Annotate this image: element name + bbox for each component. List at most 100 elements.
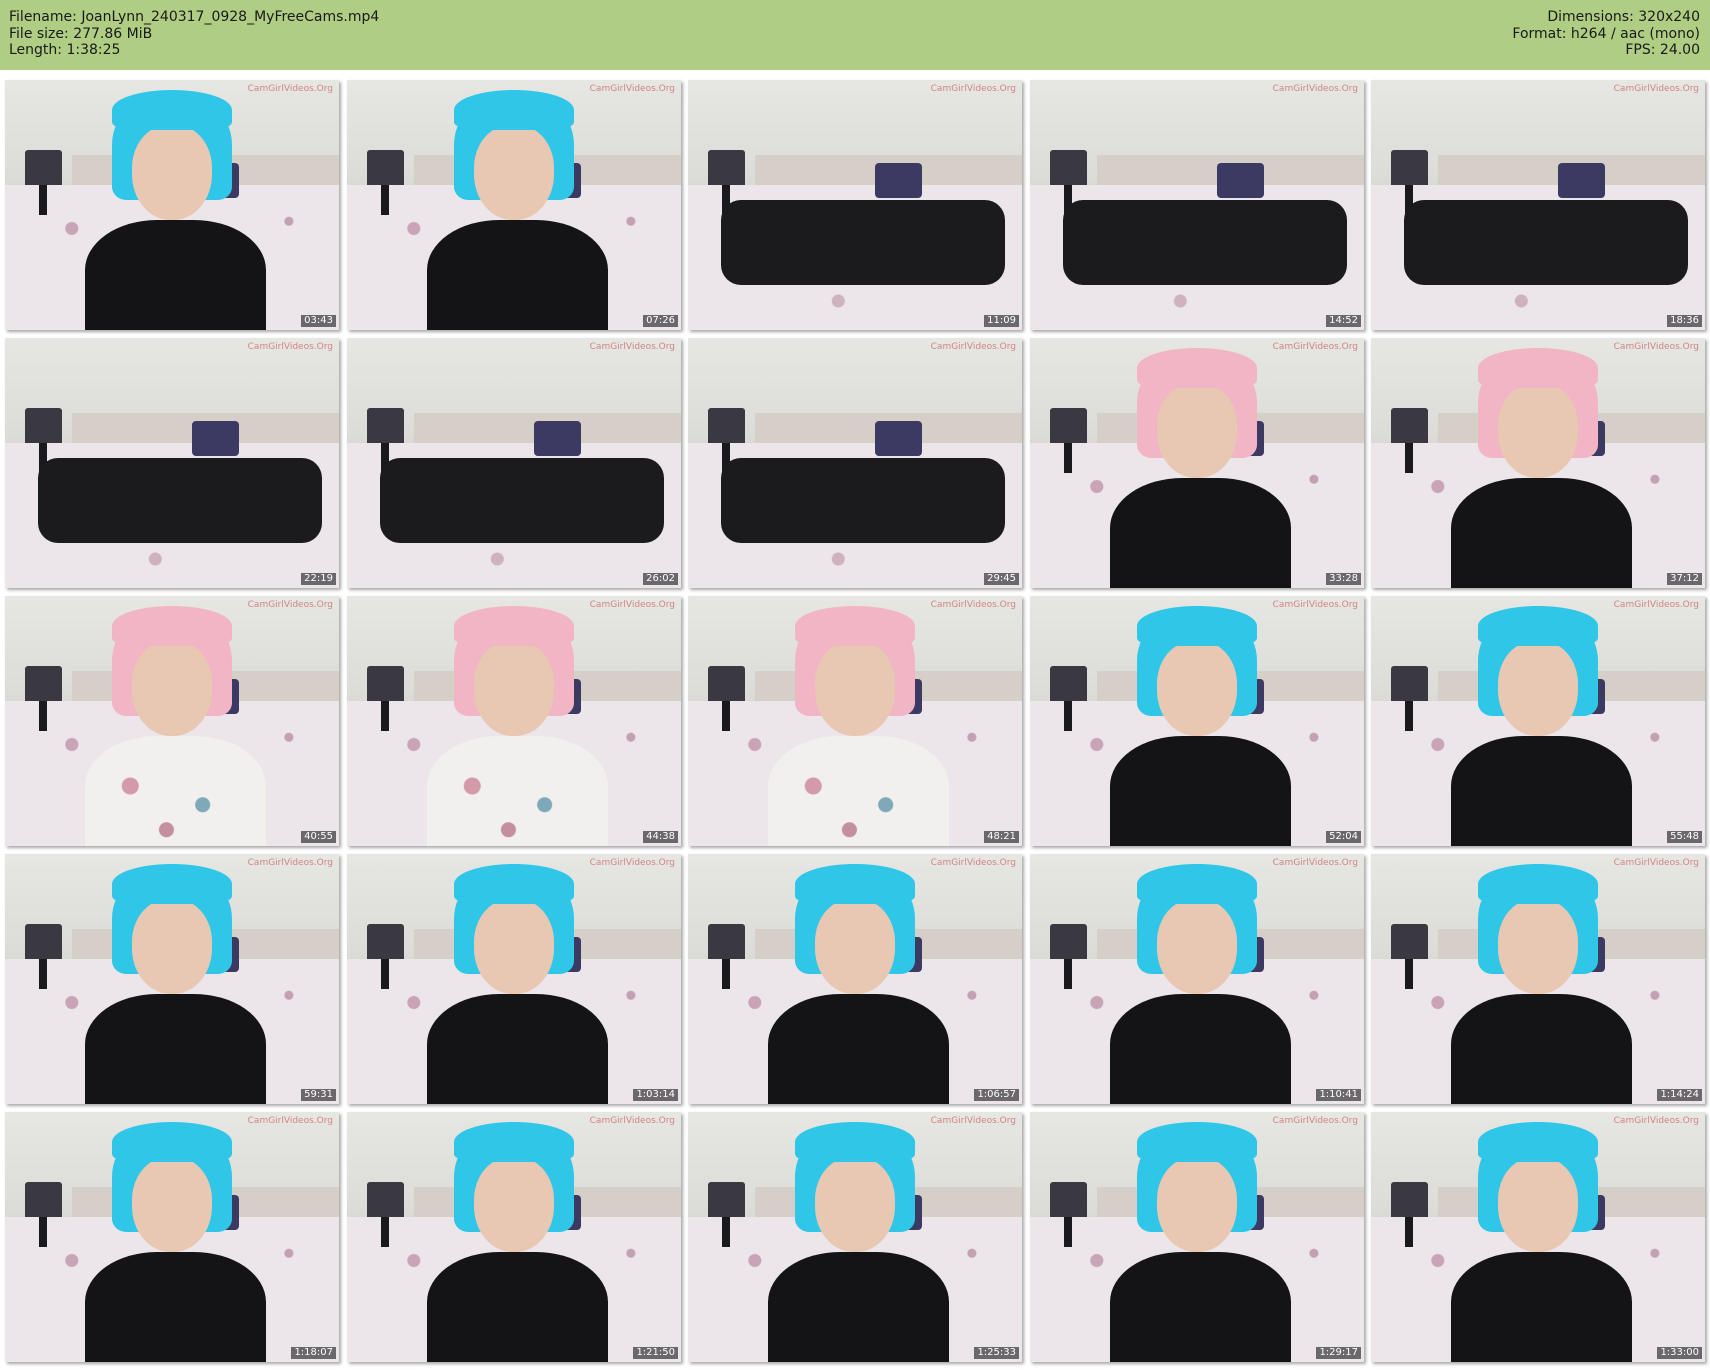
- scene-lamp: [367, 666, 404, 701]
- fps-value: 24.00: [1659, 42, 1700, 58]
- video-thumbnail: CamGirlVideos.Org 1:03:14: [347, 854, 681, 1104]
- video-thumbnail: CamGirlVideos.Org 37:12: [1371, 338, 1705, 588]
- scene-lamp: [1050, 150, 1087, 185]
- video-thumbnail: CamGirlVideos.Org 59:31: [5, 854, 339, 1104]
- scene-face: [814, 899, 896, 994]
- video-thumbnail: CamGirlVideos.Org 1:33:00: [1371, 1112, 1705, 1362]
- video-thumbnail: CamGirlVideos.Org 22:19: [5, 338, 339, 588]
- timestamp-label: 1:06:57: [974, 1089, 1019, 1101]
- scene-lamp-base: [381, 701, 390, 731]
- scene-hair-fringe: [1136, 864, 1258, 904]
- scene-face: [1156, 383, 1238, 478]
- timestamp-label: 14:52: [1326, 315, 1361, 327]
- scene-hair-fringe: [1477, 1122, 1599, 1162]
- scene-lamp: [708, 666, 745, 701]
- scene-lamp: [25, 408, 62, 443]
- watermark: CamGirlVideos.Org: [589, 858, 675, 868]
- scene-face: [131, 1157, 213, 1252]
- scene-lamp: [25, 924, 62, 959]
- scene-person: [1110, 994, 1291, 1104]
- scene-lamp-base: [39, 1217, 48, 1247]
- scene-pillow: [192, 420, 239, 456]
- scene-face: [1156, 641, 1238, 736]
- scene-person: [85, 1252, 266, 1362]
- scene-hair-fringe: [111, 606, 233, 646]
- watermark: CamGirlVideos.Org: [589, 84, 675, 94]
- scene-person: [427, 220, 608, 330]
- scene-lamp: [1050, 1182, 1087, 1217]
- scene-pillow: [1217, 162, 1264, 198]
- dimensions-label: Dimensions:: [1547, 9, 1634, 25]
- scene-person: [427, 1252, 608, 1362]
- scene-hair-fringe: [794, 606, 916, 646]
- scene-lamp: [1391, 924, 1428, 959]
- scene-person: [1451, 994, 1632, 1104]
- scene-lamp: [367, 924, 404, 959]
- scene-lamp: [367, 1182, 404, 1217]
- dimensions-value: 320x240: [1638, 9, 1700, 25]
- scene-lamp-base: [722, 701, 731, 731]
- scene-hair-fringe: [111, 864, 233, 904]
- watermark: CamGirlVideos.Org: [247, 84, 333, 94]
- watermark: CamGirlVideos.Org: [930, 600, 1016, 610]
- scene-lamp: [1391, 1182, 1428, 1217]
- scene-lamp: [367, 150, 404, 185]
- video-thumbnail: CamGirlVideos.Org 40:55: [5, 596, 339, 846]
- timestamp-label: 1:21:50: [633, 1347, 678, 1359]
- timestamp-label: 03:43: [301, 315, 336, 327]
- watermark: CamGirlVideos.Org: [247, 342, 333, 352]
- timestamp-label: 26:02: [643, 573, 678, 585]
- scene-lamp: [1391, 150, 1428, 185]
- scene-hair-fringe: [111, 90, 233, 130]
- watermark: CamGirlVideos.Org: [589, 600, 675, 610]
- video-thumbnail: CamGirlVideos.Org 55:48: [1371, 596, 1705, 846]
- scene-face: [473, 899, 555, 994]
- watermark: CamGirlVideos.Org: [1272, 342, 1358, 352]
- video-thumbnail: CamGirlVideos.Org 1:14:24: [1371, 854, 1705, 1104]
- scene-lamp: [367, 408, 404, 443]
- format-label: Format:: [1512, 25, 1567, 42]
- timestamp-label: 18:36: [1667, 315, 1702, 327]
- video-thumbnail: CamGirlVideos.Org 1:29:17: [1030, 1112, 1364, 1362]
- scene-lamp-base: [1064, 701, 1073, 731]
- scene-person: [721, 458, 1006, 543]
- timestamp-label: 22:19: [301, 573, 336, 585]
- watermark: CamGirlVideos.Org: [930, 84, 1016, 94]
- timestamp-label: 48:21: [984, 831, 1019, 843]
- scene-person: [768, 1252, 949, 1362]
- scene-hair-fringe: [1477, 348, 1599, 388]
- scene-hair-fringe: [1477, 864, 1599, 904]
- dimensions-row: Dimensions: 320x240: [1512, 9, 1700, 26]
- watermark: CamGirlVideos.Org: [1613, 600, 1699, 610]
- timestamp-label: 1:14:24: [1657, 1089, 1702, 1101]
- scene-lamp: [25, 1182, 62, 1217]
- scene-lamp: [1050, 666, 1087, 701]
- scene-person: [85, 220, 266, 330]
- scene-person: [1063, 200, 1348, 285]
- scene-lamp-base: [1405, 701, 1414, 731]
- scene-person: [427, 736, 608, 846]
- fps-row: FPS: 24.00: [1512, 42, 1700, 59]
- watermark: CamGirlVideos.Org: [930, 342, 1016, 352]
- scene-face: [814, 1157, 896, 1252]
- video-thumbnail: CamGirlVideos.Org 1:06:57: [688, 854, 1022, 1104]
- timestamp-label: 1:03:14: [633, 1089, 678, 1101]
- scene-lamp: [1391, 408, 1428, 443]
- scene-lamp-base: [381, 185, 390, 215]
- scene-lamp: [708, 408, 745, 443]
- scene-person: [38, 458, 323, 543]
- scene-hair-fringe: [453, 1122, 575, 1162]
- scene-person: [768, 994, 949, 1104]
- watermark: CamGirlVideos.Org: [930, 1116, 1016, 1126]
- video-thumbnail: CamGirlVideos.Org 26:02: [347, 338, 681, 588]
- scene-lamp: [708, 1182, 745, 1217]
- scene-hair-fringe: [1136, 606, 1258, 646]
- timestamp-label: 40:55: [301, 831, 336, 843]
- scene-lamp-base: [1405, 443, 1414, 473]
- timestamp-label: 1:25:33: [974, 1347, 1019, 1359]
- timestamp-label: 59:31: [301, 1089, 336, 1101]
- scene-person: [1451, 1252, 1632, 1362]
- scene-lamp: [25, 150, 62, 185]
- scene-person: [721, 200, 1006, 285]
- scene-pillow: [1558, 162, 1605, 198]
